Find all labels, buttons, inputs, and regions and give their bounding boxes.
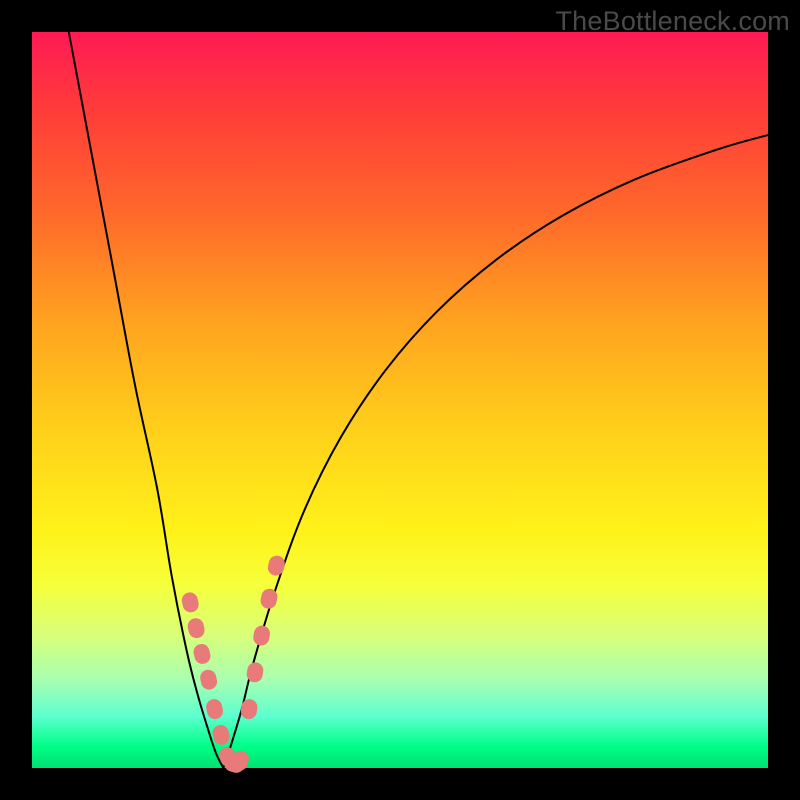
data-marker [205,698,225,721]
data-marker [192,642,212,665]
marker-group [180,554,286,775]
data-marker [211,723,232,747]
plot-area [32,32,768,768]
data-marker [180,591,200,614]
data-marker [186,617,206,640]
data-marker [240,698,259,720]
chart-frame: TheBottleneck.com [0,0,800,800]
curve-layer [32,32,768,768]
data-marker [266,554,286,577]
curve-right-branch [223,135,768,768]
data-marker [252,624,271,647]
data-marker [199,668,219,691]
